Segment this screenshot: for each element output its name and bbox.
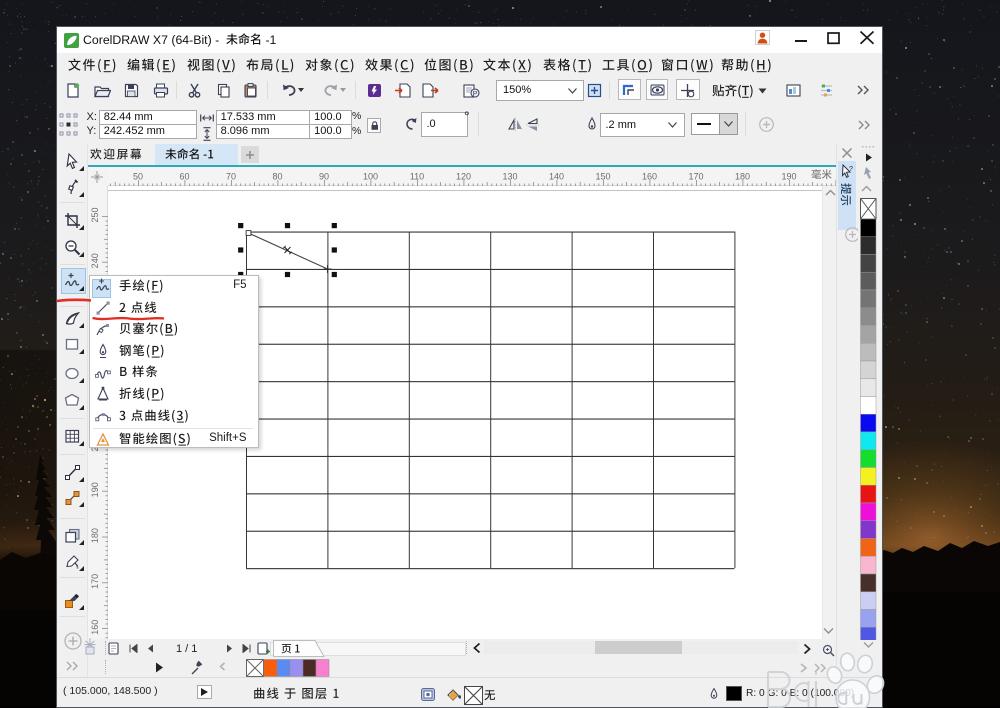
svg-text:70: 70 bbox=[226, 172, 236, 182]
svg-text:170: 170 bbox=[688, 172, 703, 182]
svg-text:240: 240 bbox=[90, 253, 100, 268]
svg-text:P: P bbox=[472, 90, 477, 97]
svg-text:110: 110 bbox=[410, 172, 424, 182]
svg-text:160: 160 bbox=[90, 620, 100, 635]
svg-text:80: 80 bbox=[272, 172, 282, 182]
svg-text:140: 140 bbox=[549, 172, 564, 182]
svg-text:180: 180 bbox=[90, 528, 100, 543]
svg-text:?: ? bbox=[849, 166, 853, 173]
svg-text:90: 90 bbox=[319, 172, 329, 182]
svg-text:190: 190 bbox=[90, 482, 100, 497]
svg-text:170: 170 bbox=[90, 574, 100, 589]
svg-text:150: 150 bbox=[595, 172, 610, 182]
svg-text:120: 120 bbox=[456, 172, 471, 182]
svg-text:130: 130 bbox=[502, 172, 517, 182]
svg-text:190: 190 bbox=[781, 172, 796, 182]
svg-text:250: 250 bbox=[90, 207, 100, 222]
svg-text:60: 60 bbox=[179, 172, 189, 182]
svg-text:160: 160 bbox=[642, 172, 657, 182]
svg-text:50: 50 bbox=[133, 172, 143, 182]
svg-text:180: 180 bbox=[735, 172, 750, 182]
svg-text:100: 100 bbox=[363, 172, 378, 182]
